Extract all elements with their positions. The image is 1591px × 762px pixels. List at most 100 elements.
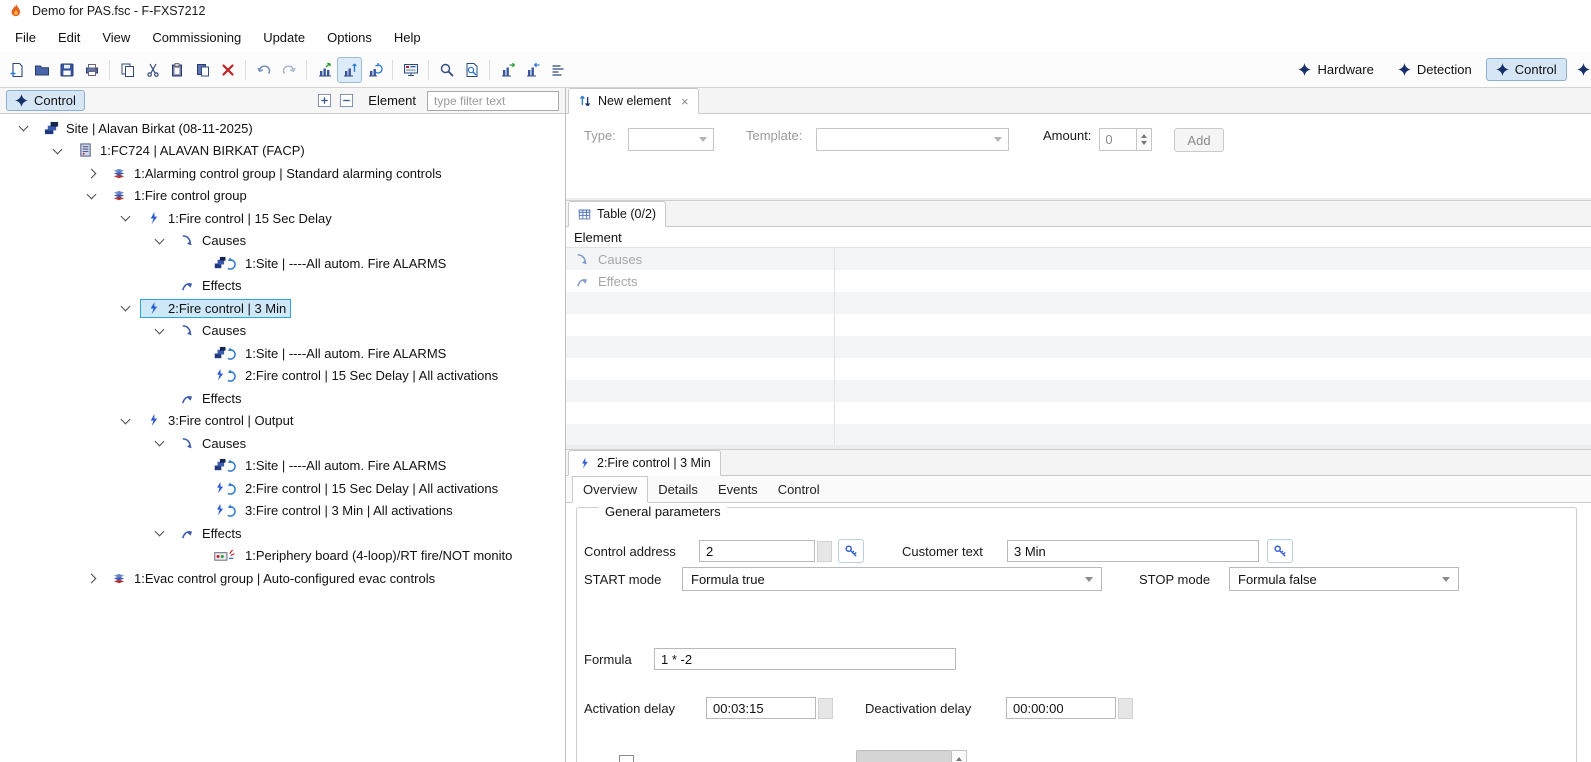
table-row-empty[interactable] [566,424,1591,445]
menu-help[interactable]: Help [383,26,432,49]
chevron-down-icon[interactable] [144,531,174,535]
customer-text-assign-button[interactable] [1267,539,1293,563]
chevron-right-icon[interactable] [76,170,106,177]
chevron-right-icon[interactable] [76,575,106,582]
tree-item[interactable]: Effects [0,387,565,410]
template-select[interactable] [816,128,1009,151]
menu-edit[interactable]: Edit [47,26,91,49]
add-button[interactable]: Add [1174,128,1223,152]
view-tab-hardware[interactable]: Hardware [1288,58,1383,81]
table-row-empty[interactable] [566,336,1591,358]
table-row-empty[interactable] [566,380,1591,402]
table-row[interactable]: Effects [566,270,1591,292]
monitor-button[interactable] [398,57,423,83]
search-button[interactable] [434,57,459,83]
tree-item[interactable]: Site | Alavan Birkat (08-11-2025) [0,117,565,140]
redo-button[interactable] [276,57,301,83]
table-row-empty[interactable] [566,402,1591,424]
chart-upload-button[interactable] [312,57,337,83]
tree-filter-input[interactable] [427,91,559,111]
partial-gray-button[interactable] [856,750,952,762]
tab-table[interactable]: Table (0/2) [568,201,666,227]
menu-view[interactable]: View [91,26,141,49]
collapse-all-button[interactable] [338,92,355,109]
tree-item[interactable]: 2:Fire control | 3 Min [0,297,565,320]
paste-special-button[interactable] [190,57,215,83]
type-select[interactable] [628,128,714,151]
partial-spinner[interactable] [952,750,967,762]
search-report-button[interactable] [459,57,484,83]
start-mode-select[interactable]: Formula true [682,567,1102,591]
tab-control-view[interactable]: Control [6,90,85,111]
tab-events[interactable]: Events [708,476,768,502]
tree-item[interactable]: 1:Site | ----All autom. Fire ALARMS [0,455,565,478]
open-button[interactable] [29,57,54,83]
tree-item[interactable]: 1:Evac control group | Auto-configured e… [0,567,565,590]
amount-spinner[interactable] [1137,128,1152,151]
customer-text-input[interactable] [1007,540,1259,562]
tree-item[interactable]: 3:Fire control | 3 Min | All activations [0,500,565,523]
tree-item[interactable]: 2:Fire control | 15 Sec Delay | All acti… [0,477,565,500]
amount-input[interactable] [1099,128,1137,151]
formula-input[interactable] [654,648,956,670]
menu-file[interactable]: File [4,26,47,49]
tree-item[interactable]: Effects [0,522,565,545]
menu-options[interactable]: Options [316,26,383,49]
tree-item[interactable]: Causes [0,432,565,455]
table-row-empty[interactable] [566,314,1591,336]
tree-item[interactable]: 1:FC724 | ALAVAN BIRKAT (FACP) [0,140,565,163]
tree-item[interactable]: 2:Fire control | 15 Sec Delay | All acti… [0,365,565,388]
table-row-empty[interactable] [566,358,1591,380]
tree-item[interactable]: Effects [0,275,565,298]
tree-item[interactable]: 1:Site | ----All autom. Fire ALARMS [0,342,565,365]
view-tab-control[interactable]: Control [1486,58,1567,81]
table-header[interactable]: Element [566,227,1591,248]
chart-export-button[interactable] [495,57,520,83]
menu-update[interactable]: Update [252,26,316,49]
tab-overview[interactable]: Overview [572,476,648,503]
undo-button[interactable] [251,57,276,83]
close-icon[interactable]: × [681,94,689,109]
control-address-input[interactable] [699,540,815,562]
chart-add-button[interactable] [337,57,362,83]
chevron-down-icon[interactable] [42,149,72,153]
delete-button[interactable] [215,57,240,83]
cut-button[interactable] [140,57,165,83]
chevron-down-icon[interactable] [110,306,140,310]
chevron-down-icon[interactable] [144,441,174,445]
chart-import-button[interactable] [520,57,545,83]
chart-sync-button[interactable] [362,57,387,83]
chevron-down-icon[interactable] [76,194,106,198]
control-address-assign-button[interactable] [838,539,864,563]
expand-all-button[interactable] [316,92,333,109]
print-button[interactable] [79,57,104,83]
chevron-down-icon[interactable] [144,239,174,243]
save-button[interactable] [54,57,79,83]
tree-item[interactable]: 1:Fire control | 15 Sec Delay [0,207,565,230]
view-tab-detection[interactable]: Detection [1388,58,1482,81]
tree-item[interactable]: 3:Fire control | Output [0,410,565,433]
align-list-button[interactable] [545,57,570,83]
tab-new-element[interactable]: New element × [568,88,699,114]
tree-item[interactable]: 1:Fire control group [0,185,565,208]
tree-item[interactable]: Causes [0,320,565,343]
tree-item[interactable]: Causes [0,230,565,253]
view-tab-partial[interactable]: ( [1567,58,1591,81]
menu-commissioning[interactable]: Commissioning [141,26,252,49]
tab-details[interactable]: Details [648,476,708,502]
activation-delay-input[interactable] [706,697,816,719]
chevron-down-icon[interactable] [8,126,38,130]
chevron-down-icon[interactable] [144,329,174,333]
stop-mode-select[interactable]: Formula false [1229,567,1459,591]
paste-button[interactable] [165,57,190,83]
tree-item[interactable]: 1:Site | ----All autom. Fire ALARMS [0,252,565,275]
option-checkbox[interactable] [619,755,634,762]
chevron-down-icon[interactable] [110,419,140,423]
copy-button[interactable] [115,57,140,83]
table-row-empty[interactable] [566,292,1591,314]
chevron-down-icon[interactable] [110,216,140,220]
config-new-button[interactable] [4,57,29,83]
tab-control[interactable]: Control [768,476,830,502]
deactivation-delay-input[interactable] [1006,697,1116,719]
tree-item[interactable]: 1:Periphery board (4-loop)/RT fire/NOT m… [0,545,565,568]
